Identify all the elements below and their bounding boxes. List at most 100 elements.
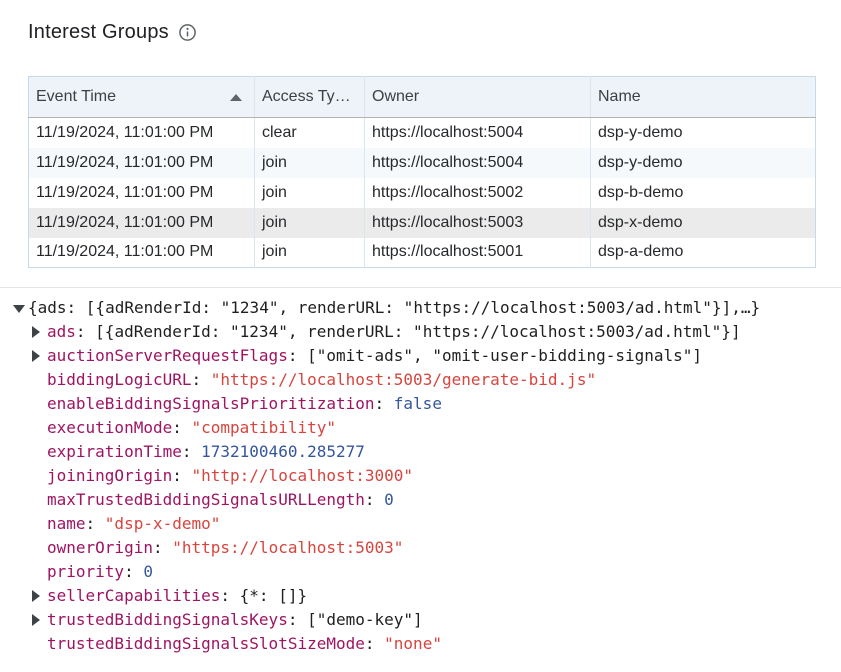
tree-line[interactable]: {ads: [{adRenderId: "1234", renderURL: "… [0,296,841,320]
token-default: : ["demo-key"] [288,610,423,629]
expand-triangle-icon[interactable] [32,350,40,362]
token-property: maxTrustedBiddingSignalsURLLength [47,490,365,509]
token-number: 0 [143,562,153,581]
column-header-label: Name [598,88,641,105]
token-property: sellerCapabilities [47,586,220,605]
token-default: : [192,370,211,389]
tree-line[interactable]: executionMode: "compatibility" [0,416,841,440]
cell-event-time: 11/19/2024, 11:01:00 PM [29,238,255,268]
cell-event-time: 11/19/2024, 11:01:00 PM [29,148,255,178]
token-property: name [47,514,86,533]
token-default: : [86,514,105,533]
token-default: : [365,634,384,653]
table-row[interactable]: 11/19/2024, 11:01:00 PMjoinhttps://local… [29,208,816,238]
column-header-access-type[interactable]: Access Ty… [255,77,365,118]
token-property: ads [47,322,76,341]
table-header-row: Event Time Access Ty… Owner Name [29,77,816,118]
token-property: expirationTime [47,442,182,461]
json-tree: {ads: [{adRenderId: "1234", renderURL: "… [0,296,841,656]
token-string: "https://localhost:5003/generate-bid.js" [211,370,596,389]
cell-name: dsp-a-demo [591,238,816,268]
tree-line[interactable]: enableBiddingSignalsPrioritization: fals… [0,392,841,416]
token-default: : [182,442,201,461]
cell-event-time: 11/19/2024, 11:01:00 PM [29,118,255,148]
token-default: : ["omit-ads", "omit-user-bidding-signal… [288,346,702,365]
column-header-owner[interactable]: Owner [365,77,591,118]
tree-line[interactable]: trustedBiddingSignalsSlotSizeMode: "none… [0,632,841,656]
cell-name: dsp-y-demo [591,148,816,178]
table-row[interactable]: 11/19/2024, 11:01:00 PMclearhttps://loca… [29,118,816,148]
tree-line[interactable]: name: "dsp-x-demo" [0,512,841,536]
page-title: Interest Groups [28,21,169,44]
token-property: auctionServerRequestFlags [47,346,288,365]
token-default: : {*: []} [220,586,307,605]
token-property: trustedBiddingSignalsSlotSizeMode [47,634,365,653]
cell-owner: https://localhost:5002 [365,178,591,208]
tree-line[interactable]: sellerCapabilities: {*: []} [0,584,841,608]
cell-access-type: join [255,178,365,208]
token-default: : [{adRenderId: "1234", renderURL: "http… [76,322,741,341]
token-default: : [124,562,143,581]
expand-triangle-icon[interactable] [32,614,40,626]
token-string: "dsp-x-demo" [105,514,221,533]
cell-access-type: join [255,148,365,178]
cell-owner: https://localhost:5003 [365,208,591,238]
sort-ascending-icon [230,94,242,101]
events-table: Event Time Access Ty… Owner Name 11/19/2024… [28,76,816,268]
token-default: : [365,490,384,509]
cell-owner: https://localhost:5004 [365,148,591,178]
token-number: false [394,394,442,413]
tree-line[interactable]: ownerOrigin: "https://localhost:5003" [0,536,841,560]
table-row[interactable]: 11/19/2024, 11:01:00 PMjoinhttps://local… [29,148,816,178]
token-default: : [153,538,172,557]
tree-line[interactable]: auctionServerRequestFlags: ["omit-ads", … [0,344,841,368]
tree-line[interactable]: joiningOrigin: "http://localhost:3000" [0,464,841,488]
tree-line[interactable]: ads: [{adRenderId: "1234", renderURL: "h… [0,320,841,344]
cell-owner: https://localhost:5001 [365,238,591,268]
tree-line[interactable]: biddingLogicURL: "https://localhost:5003… [0,368,841,392]
cell-access-type: join [255,208,365,238]
cell-name: dsp-x-demo [591,208,816,238]
tree-line[interactable]: priority: 0 [0,560,841,584]
collapse-triangle-icon[interactable] [13,305,25,313]
token-string: "none" [384,634,442,653]
token-number: 0 [384,490,394,509]
table-body: 11/19/2024, 11:01:00 PMclearhttps://loca… [29,118,816,268]
token-string: "https://localhost:5003" [172,538,403,557]
table-row[interactable]: 11/19/2024, 11:01:00 PMjoinhttps://local… [29,238,816,268]
token-default: : [375,394,394,413]
cell-name: dsp-b-demo [591,178,816,208]
token-default: : [172,466,191,485]
cell-name: dsp-y-demo [591,118,816,148]
token-string: "compatibility" [192,418,337,437]
token-property: joiningOrigin [47,466,172,485]
expand-triangle-icon[interactable] [32,590,40,602]
section-divider [0,287,841,288]
token-property: executionMode [47,418,172,437]
tree-line[interactable]: expirationTime: 1732100460.285277 [0,440,841,464]
column-header-label: Owner [372,88,419,105]
expand-triangle-icon[interactable] [32,326,40,338]
token-property: enableBiddingSignalsPrioritization [47,394,375,413]
cell-access-type: join [255,238,365,268]
token-string: "http://localhost:3000" [192,466,414,485]
panel-header: Interest Groups [28,21,197,44]
token-default: {ads: [{adRenderId: "1234", renderURL: "… [28,298,760,317]
tree-line[interactable]: trustedBiddingSignalsKeys: ["demo-key"] [0,608,841,632]
cell-owner: https://localhost:5004 [365,118,591,148]
token-property: ownerOrigin [47,538,153,557]
token-property: biddingLogicURL [47,370,192,389]
column-header-label: Event Time [36,88,116,105]
column-header-event-time[interactable]: Event Time [29,77,255,118]
interest-groups-grid: Event Time Access Ty… Owner Name 11/19/2024… [28,76,815,268]
token-property: priority [47,562,124,581]
token-default: : [172,418,191,437]
tree-line[interactable]: maxTrustedBiddingSignalsURLLength: 0 [0,488,841,512]
column-header-label: Access Ty… [262,88,351,105]
token-property: trustedBiddingSignalsKeys [47,610,288,629]
column-header-name[interactable]: Name [591,77,816,118]
cell-event-time: 11/19/2024, 11:01:00 PM [29,178,255,208]
cell-event-time: 11/19/2024, 11:01:00 PM [29,208,255,238]
info-icon[interactable] [178,23,197,42]
table-row[interactable]: 11/19/2024, 11:01:00 PMjoinhttps://local… [29,178,816,208]
